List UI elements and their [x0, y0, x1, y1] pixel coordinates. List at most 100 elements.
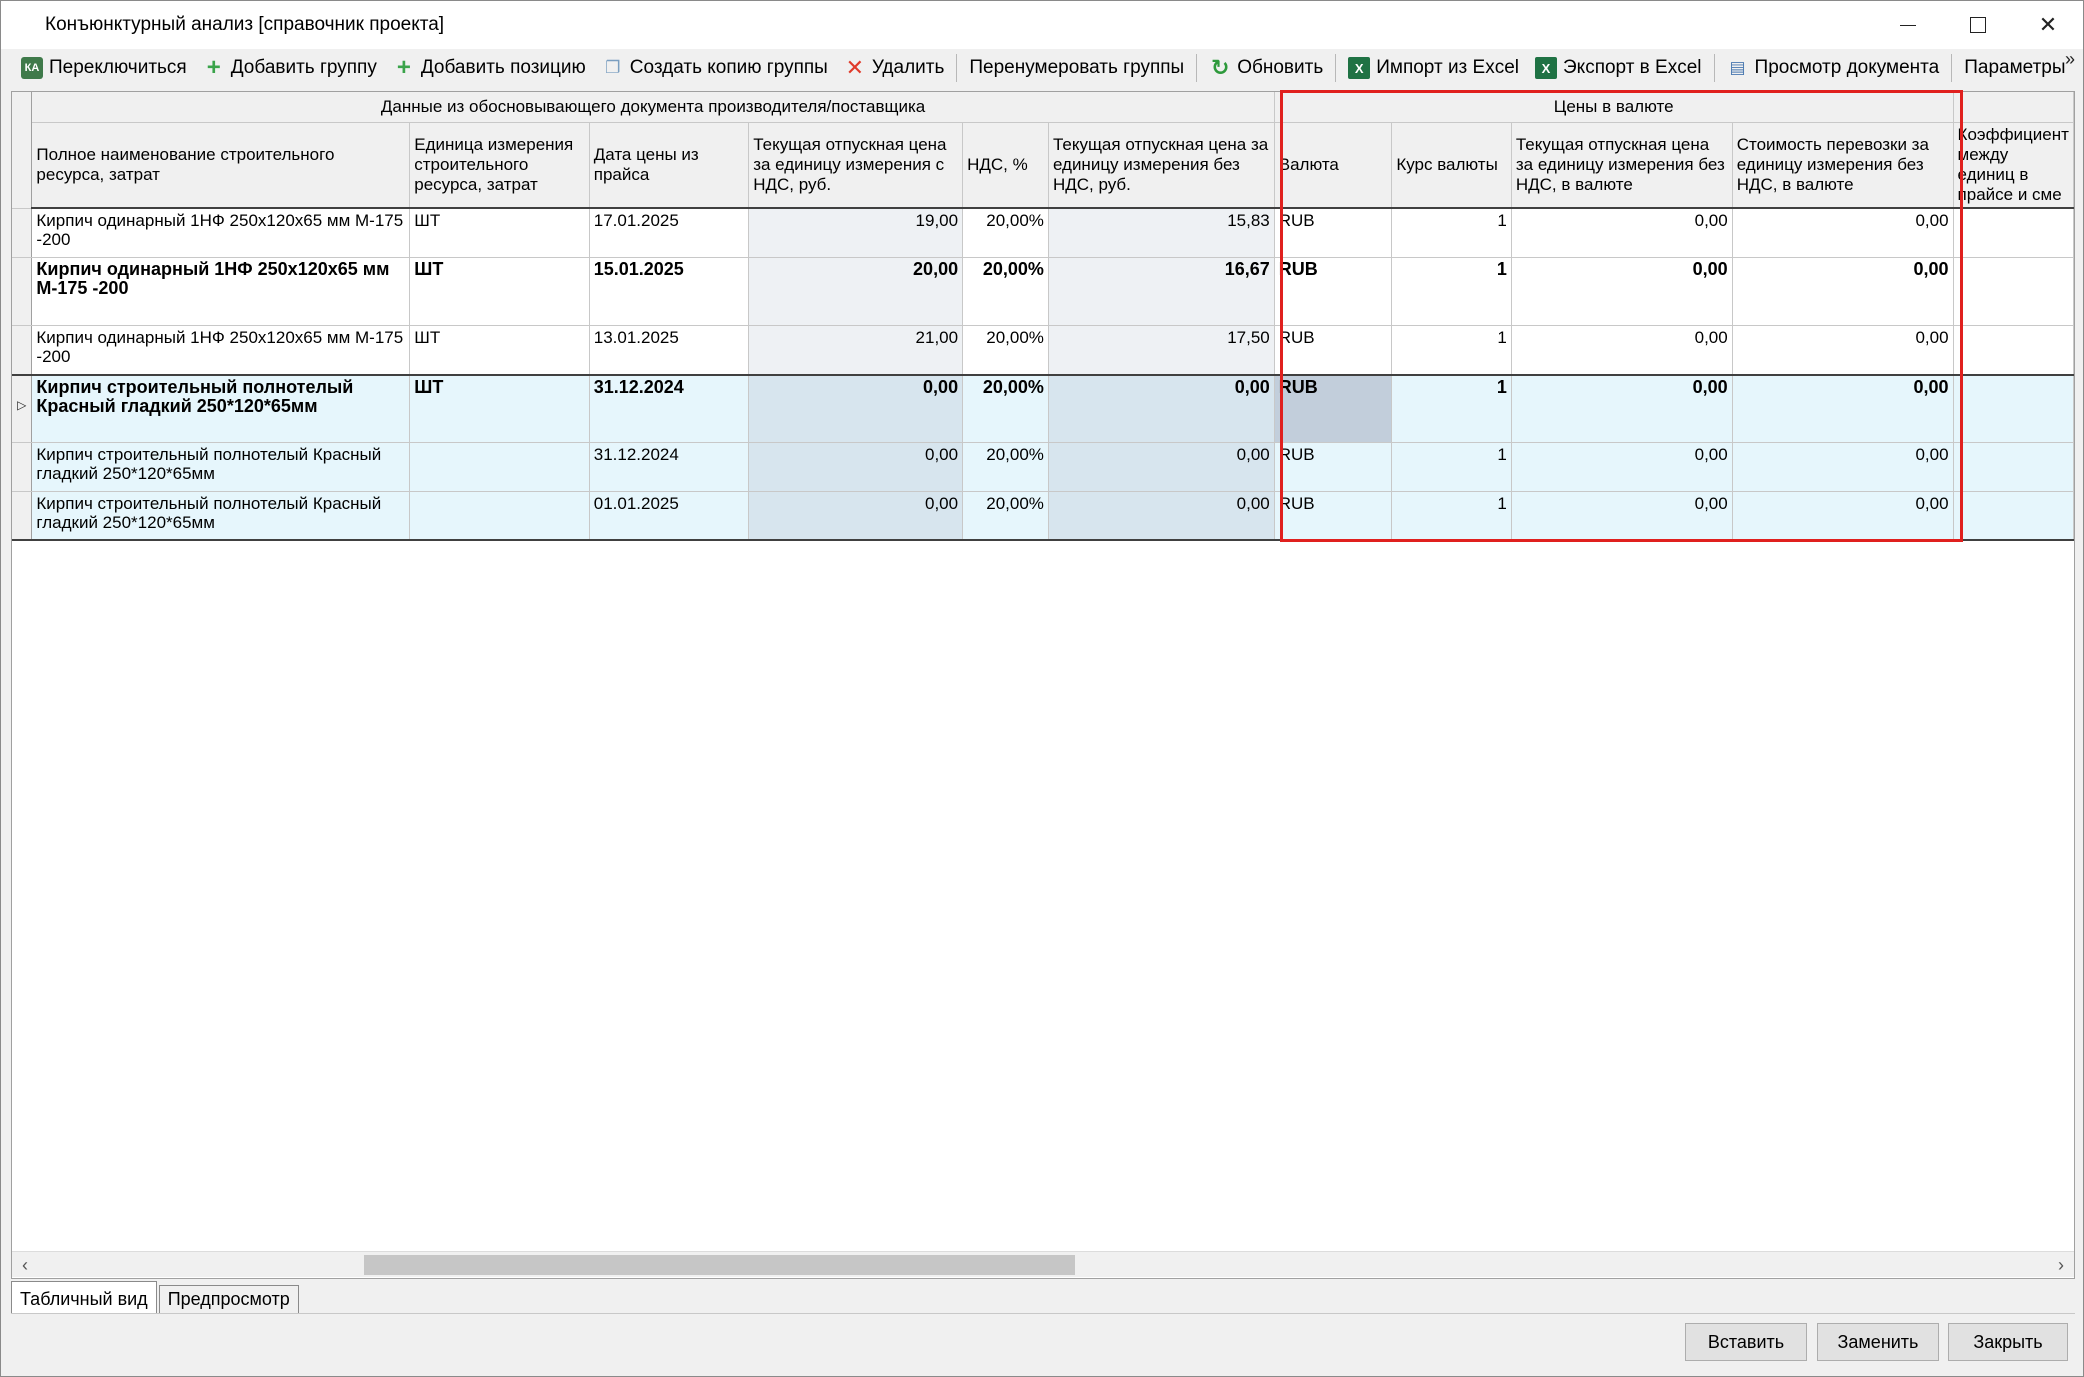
scrollbar-thumb[interactable]	[364, 1255, 1075, 1275]
col-header-unit[interactable]: Единица измерения строительного ресурса,…	[409, 122, 590, 209]
cell-coef[interactable]	[1953, 374, 2074, 443]
col-header-coef[interactable]: Коэффициент между единиц в прайсе и сме	[1953, 122, 2074, 209]
cell-price-novat[interactable]: 0,00	[1048, 491, 1275, 541]
cell-name[interactable]: Кирпич строительный полнотелый Красный г…	[31, 442, 411, 492]
table-row[interactable]: Кирпич одинарный 1НФ 250x120x65 мм М-175…	[12, 257, 2074, 326]
cell-price-novat[interactable]: 16,67	[1048, 257, 1275, 326]
cell-currency[interactable]: RUB	[1274, 208, 1393, 258]
cell-date[interactable]: 13.01.2025	[589, 325, 750, 376]
cell-unit[interactable]: ШТ	[409, 208, 590, 258]
cell-price-cur[interactable]: 0,00	[1511, 208, 1733, 258]
row-selector[interactable]	[12, 491, 33, 541]
cell-date[interactable]: 15.01.2025	[589, 257, 750, 326]
tab-table-view[interactable]: Табличный вид	[11, 1281, 157, 1313]
row-selector[interactable]	[12, 208, 33, 258]
cell-price-vat[interactable]: 20,00	[748, 257, 964, 326]
cell-coef[interactable]	[1953, 325, 2074, 376]
cell-coef[interactable]	[1953, 208, 2074, 258]
cell-price-cur[interactable]: 0,00	[1511, 374, 1733, 443]
row-selector[interactable]: ▷	[12, 374, 33, 443]
cell-vat[interactable]: 20,00%	[962, 208, 1049, 258]
cell-unit[interactable]: ШТ	[409, 257, 590, 326]
replace-button[interactable]: Заменить	[1817, 1323, 1939, 1361]
col-header-price-cur[interactable]: Текущая отпускная цена за единицу измере…	[1511, 122, 1733, 209]
cell-transport-cur[interactable]: 0,00	[1732, 325, 1954, 376]
table-row[interactable]: Кирпич одинарный 1НФ 250x120x65 мм М-175…	[12, 325, 2074, 376]
table-row-selected[interactable]: ▷ Кирпич строительный полнотелый Красный…	[12, 374, 2074, 443]
col-header-price-novat[interactable]: Текущая отпускная цена за единицу измере…	[1048, 122, 1275, 209]
cell-unit[interactable]: ШТ	[409, 374, 590, 443]
switch-button[interactable]: КА Переключиться	[13, 52, 195, 84]
add-position-button[interactable]: + Добавить позицию	[385, 52, 594, 84]
cell-currency[interactable]: RUB	[1274, 325, 1393, 376]
cell-rate[interactable]: 1	[1391, 257, 1512, 326]
cell-price-vat[interactable]: 21,00	[748, 325, 964, 376]
cell-date[interactable]: 31.12.2024	[589, 442, 750, 492]
cell-vat[interactable]: 20,00%	[962, 491, 1049, 541]
cell-rate[interactable]: 1	[1391, 374, 1512, 443]
close-button[interactable]: Закрыть	[1948, 1323, 2068, 1361]
cell-price-novat[interactable]: 15,83	[1048, 208, 1275, 258]
cell-price-novat[interactable]: 17,50	[1048, 325, 1275, 376]
table-row[interactable]: Кирпич строительный полнотелый Красный г…	[12, 491, 2074, 541]
copy-group-button[interactable]: ❐ Создать копию группы	[594, 52, 836, 84]
cell-currency-focused[interactable]: RUB	[1274, 374, 1393, 443]
cell-name[interactable]: Кирпич одинарный 1НФ 250x120x65 мм М-175…	[31, 325, 411, 376]
data-grid[interactable]: Данные из обосновывающего документа прои…	[11, 91, 2075, 1279]
insert-button[interactable]: Вставить	[1685, 1323, 1807, 1361]
cell-coef[interactable]	[1953, 442, 2074, 492]
cell-rate[interactable]: 1	[1391, 208, 1512, 258]
delete-button[interactable]: ✕ Удалить	[836, 52, 953, 84]
cell-name[interactable]: Кирпич одинарный 1НФ 250x120x65 мм М-175…	[31, 208, 411, 258]
col-header-vat[interactable]: НДС, %	[962, 122, 1049, 209]
cell-currency[interactable]: RUB	[1274, 257, 1393, 326]
cell-transport-cur[interactable]: 0,00	[1732, 208, 1954, 258]
cell-currency[interactable]: RUB	[1274, 491, 1393, 541]
horizontal-scrollbar[interactable]: ‹ ›	[12, 1251, 2074, 1277]
cell-price-vat[interactable]: 0,00	[748, 491, 964, 541]
cell-vat[interactable]: 20,00%	[962, 374, 1049, 443]
cell-rate[interactable]: 1	[1391, 442, 1512, 492]
col-header-currency[interactable]: Валюта	[1274, 122, 1393, 209]
col-header-name[interactable]: Полное наименование строительного ресурс…	[31, 122, 411, 209]
cell-price-cur[interactable]: 0,00	[1511, 491, 1733, 541]
renumber-groups-button[interactable]: Перенумеровать группы	[961, 52, 1192, 84]
row-selector[interactable]	[12, 257, 33, 326]
col-header-price-vat[interactable]: Текущая отпускная цена за единицу измере…	[748, 122, 964, 209]
tab-preview[interactable]: Предпросмотр	[158, 1285, 299, 1313]
cell-unit[interactable]	[409, 491, 590, 541]
col-header-date[interactable]: Дата цены из прайса	[589, 122, 750, 209]
table-row[interactable]: Кирпич строительный полнотелый Красный г…	[12, 442, 2074, 492]
view-document-button[interactable]: ▤ Просмотр документа	[1719, 52, 1948, 84]
col-header-transport-cur[interactable]: Стоимость перевозки за единицу измерения…	[1732, 122, 1954, 209]
cell-price-cur[interactable]: 0,00	[1511, 257, 1733, 326]
close-window-button[interactable]: ✕	[2013, 1, 2083, 49]
minimize-button[interactable]	[1873, 1, 1943, 49]
cell-rate[interactable]: 1	[1391, 491, 1512, 541]
cell-price-novat[interactable]: 0,00	[1048, 374, 1275, 443]
scroll-left-icon[interactable]: ‹	[12, 1252, 38, 1278]
cell-price-vat[interactable]: 0,00	[748, 442, 964, 492]
cell-transport-cur[interactable]: 0,00	[1732, 491, 1954, 541]
parameters-button[interactable]: Параметры	[1956, 52, 2073, 84]
export-excel-button[interactable]: X Экспорт в Excel	[1527, 52, 1710, 84]
maximize-button[interactable]	[1943, 1, 2013, 49]
cell-transport-cur[interactable]: 0,00	[1732, 257, 1954, 326]
cell-rate[interactable]: 1	[1391, 325, 1512, 376]
cell-vat[interactable]: 20,00%	[962, 442, 1049, 492]
col-header-rate[interactable]: Курс валюты	[1391, 122, 1512, 209]
cell-price-cur[interactable]: 0,00	[1511, 442, 1733, 492]
cell-coef[interactable]	[1953, 491, 2074, 541]
cell-unit[interactable]	[409, 442, 590, 492]
cell-unit[interactable]: ШТ	[409, 325, 590, 376]
scroll-right-icon[interactable]: ›	[2048, 1252, 2074, 1278]
cell-transport-cur[interactable]: 0,00	[1732, 374, 1954, 443]
cell-date[interactable]: 31.12.2024	[589, 374, 750, 443]
cell-price-cur[interactable]: 0,00	[1511, 325, 1733, 376]
row-selector[interactable]	[12, 325, 33, 376]
cell-price-vat[interactable]: 19,00	[748, 208, 964, 258]
cell-name[interactable]: Кирпич строительный полнотелый Красный г…	[31, 374, 411, 443]
cell-coef[interactable]	[1953, 257, 2074, 326]
refresh-button[interactable]: ↻ Обновить	[1201, 52, 1331, 84]
cell-name[interactable]: Кирпич одинарный 1НФ 250x120x65 мм М-175…	[31, 257, 411, 326]
